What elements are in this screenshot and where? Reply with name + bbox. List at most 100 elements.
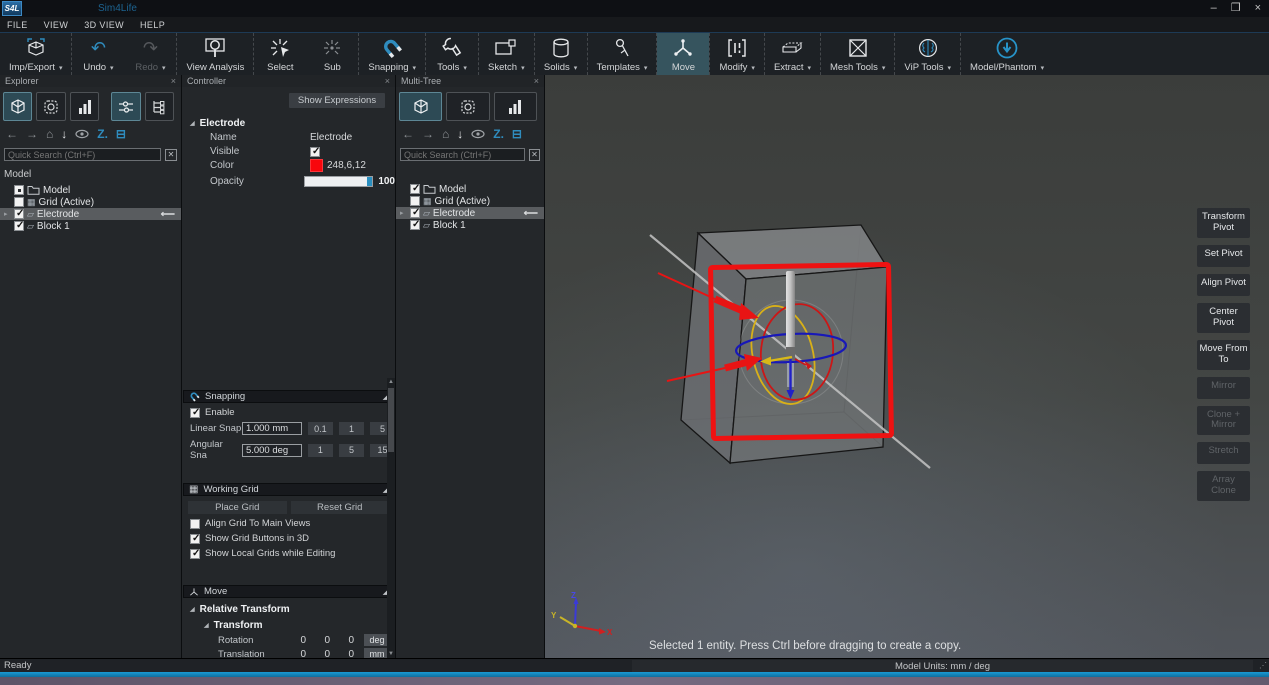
checkbox[interactable] bbox=[14, 185, 24, 195]
working-grid-section-header[interactable]: ▦ Working Grid ◢ bbox=[183, 483, 394, 496]
place-grid-button[interactable]: Place Grid bbox=[188, 501, 287, 514]
checkbox[interactable] bbox=[410, 196, 420, 206]
set-pivot-button[interactable]: Set Pivot bbox=[1197, 245, 1250, 267]
collapse-all-icon[interactable]: ⊟ bbox=[512, 128, 522, 140]
home-icon[interactable]: ⌂ bbox=[442, 128, 449, 140]
scroll-down-icon[interactable]: ▼ bbox=[387, 651, 395, 657]
dropdown-caret[interactable]: ▾ bbox=[162, 64, 166, 72]
angular-preset-button[interactable]: 1 bbox=[308, 444, 333, 457]
angular-snap-input[interactable]: 5.000 deg bbox=[242, 444, 302, 457]
reset-grid-button[interactable]: Reset Grid bbox=[291, 501, 390, 514]
viewport-3d[interactable]: Z X Y Transform Pivot Set Pivot Align Pi… bbox=[545, 75, 1269, 658]
down-arrow-icon[interactable]: ↓ bbox=[457, 128, 463, 140]
expander-icon[interactable]: ▸ bbox=[4, 210, 11, 218]
tab-analysis[interactable] bbox=[70, 92, 99, 121]
checkbox[interactable] bbox=[410, 220, 420, 230]
scroll-up-icon[interactable]: ▲ bbox=[387, 379, 395, 385]
dropdown-caret[interactable]: ▾ bbox=[751, 64, 755, 72]
align-pivot-button[interactable]: Align Pivot bbox=[1197, 274, 1250, 296]
checkbox[interactable] bbox=[14, 197, 24, 207]
slider-handle[interactable] bbox=[367, 177, 372, 186]
linear-preset-button[interactable]: 1 bbox=[339, 422, 364, 435]
center-pivot-button[interactable]: Center Pivot bbox=[1197, 303, 1250, 333]
menu-help[interactable]: HELP bbox=[140, 20, 165, 30]
checkbox[interactable] bbox=[190, 534, 200, 544]
controller-scrollbar[interactable]: ▲ ▼ bbox=[387, 378, 395, 658]
toolbar-extract[interactable]: Extract▾ bbox=[765, 33, 820, 75]
stretch-button[interactable]: Stretch bbox=[1197, 442, 1250, 464]
show-expressions-button[interactable]: Show Expressions bbox=[289, 93, 385, 108]
close-button[interactable]: × bbox=[1255, 3, 1261, 14]
array-clone-button[interactable]: Array Clone bbox=[1197, 471, 1250, 501]
dropdown-caret[interactable]: ▾ bbox=[644, 64, 648, 72]
toolbar-sketch[interactable]: Sketch▾ bbox=[479, 33, 534, 75]
tree-row-model[interactable]: Model bbox=[0, 184, 181, 196]
eye-icon[interactable] bbox=[471, 129, 485, 139]
toolbar-move[interactable]: Move bbox=[657, 33, 709, 75]
checkbox[interactable] bbox=[190, 549, 200, 559]
transform-pivot-button[interactable]: Transform Pivot bbox=[1197, 208, 1250, 238]
toolbar-model-phantom[interactable]: Model/Phantom▾ bbox=[961, 33, 1053, 75]
tab-simulation[interactable] bbox=[446, 92, 489, 121]
close-icon[interactable]: × bbox=[534, 76, 539, 86]
rotation-z-field[interactable]: 0 bbox=[330, 635, 354, 646]
visible-checkbox[interactable] bbox=[310, 147, 320, 157]
scrollbar-thumb[interactable] bbox=[388, 388, 394, 452]
toolbar-tools[interactable]: Tools▾ bbox=[426, 33, 478, 75]
tree-row-model[interactable]: Model bbox=[396, 183, 544, 195]
toolbar-modify[interactable]: Modify▾ bbox=[710, 33, 764, 75]
expander-icon[interactable]: ◢ bbox=[204, 622, 209, 629]
close-icon[interactable]: × bbox=[385, 76, 390, 86]
toolbar-snapping[interactable]: Snapping▾ bbox=[359, 33, 425, 75]
name-value[interactable]: Electrode bbox=[310, 132, 352, 143]
checkbox[interactable] bbox=[410, 208, 420, 218]
dropdown-caret[interactable]: ▾ bbox=[463, 64, 467, 72]
checkbox[interactable] bbox=[14, 209, 24, 219]
dropdown-caret[interactable]: ▾ bbox=[948, 64, 952, 72]
clear-search-icon[interactable]: ✕ bbox=[529, 149, 540, 161]
dropdown-caret[interactable]: ▾ bbox=[521, 64, 525, 72]
toolbar-solids[interactable]: Solids▾ bbox=[535, 33, 587, 75]
dropdown-caret[interactable]: ▾ bbox=[882, 64, 886, 72]
menu-3d-view[interactable]: 3D VIEW bbox=[84, 20, 124, 30]
checkbox[interactable] bbox=[14, 221, 24, 231]
snapping-section-header[interactable]: Snapping ◢ bbox=[183, 390, 394, 403]
menu-file[interactable]: FILE bbox=[7, 20, 28, 30]
move-section-header[interactable]: Move ◢ bbox=[183, 585, 394, 598]
toolbar-imp-export[interactable]: Imp/Export▾ bbox=[0, 33, 71, 75]
checkbox[interactable] bbox=[410, 184, 420, 194]
home-icon[interactable]: ⌂ bbox=[46, 128, 53, 140]
pin-arrow-icon[interactable]: ⟵ bbox=[524, 208, 538, 219]
pin-arrow-icon[interactable]: ⟵ bbox=[161, 209, 175, 220]
collapse-all-icon[interactable]: ⊟ bbox=[116, 128, 126, 140]
eye-icon[interactable] bbox=[75, 129, 89, 139]
dropdown-caret[interactable]: ▾ bbox=[1041, 64, 1045, 72]
menu-view[interactable]: VIEW bbox=[44, 20, 69, 30]
tab-model-cube[interactable] bbox=[399, 92, 442, 121]
linear-preset-button[interactable]: 0.1 bbox=[308, 422, 333, 435]
down-arrow-icon[interactable]: ↓ bbox=[61, 128, 67, 140]
checkbox[interactable] bbox=[190, 519, 200, 529]
clear-search-icon[interactable]: ✕ bbox=[165, 149, 177, 161]
dropdown-caret[interactable]: ▾ bbox=[110, 64, 114, 72]
toolbar-select[interactable]: Select bbox=[254, 33, 306, 75]
toolbar-redo[interactable]: ↷ Redo▾ bbox=[124, 33, 176, 75]
close-icon[interactable]: × bbox=[171, 76, 176, 86]
color-swatch[interactable] bbox=[310, 159, 323, 172]
tab-model-cube[interactable] bbox=[3, 92, 32, 121]
enable-checkbox[interactable] bbox=[190, 408, 200, 418]
toolbar-templates[interactable]: Templates▾ bbox=[588, 33, 657, 75]
move-from-to-button[interactable]: Move From To bbox=[1197, 340, 1250, 370]
restore-button[interactable]: ❒ bbox=[1231, 3, 1241, 14]
clone-mirror-button[interactable]: Clone + Mirror bbox=[1197, 406, 1250, 436]
tree-row-grid[interactable]: ▦ Grid (Active) bbox=[396, 195, 544, 207]
tree-row-block1[interactable]: ▱ Block 1 bbox=[396, 219, 544, 231]
toolbar-vip-tools[interactable]: ViP Tools▾ bbox=[895, 33, 960, 75]
tab-analysis[interactable] bbox=[494, 92, 537, 121]
resize-grip-icon[interactable]: ⋰ bbox=[1259, 661, 1267, 670]
opacity-slider[interactable] bbox=[304, 176, 374, 187]
tree-row-electrode[interactable]: ▸ ▱ Electrode ⟵ bbox=[396, 207, 544, 219]
angular-preset-button[interactable]: 5 bbox=[339, 444, 364, 457]
toolbar-undo[interactable]: ↶ Undo▾ bbox=[72, 33, 124, 75]
expander-icon[interactable]: ◢ bbox=[190, 120, 195, 127]
